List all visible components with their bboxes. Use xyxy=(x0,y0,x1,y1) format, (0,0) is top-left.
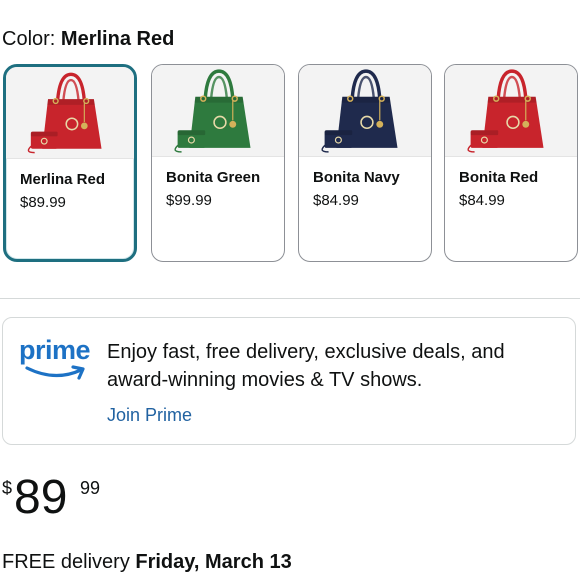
swatch-name: Bonita Red xyxy=(459,169,539,186)
swatch-bonita-green[interactable]: Bonita Green $99.99 xyxy=(151,64,285,262)
swatch-price: $84.99 xyxy=(313,192,359,209)
swatch-price: $99.99 xyxy=(166,192,212,209)
color-label: Color: xyxy=(2,28,56,50)
product-image xyxy=(299,65,431,157)
price-currency-symbol: $ xyxy=(2,478,13,498)
handbag-image xyxy=(321,69,398,153)
join-prime-link[interactable]: Join Prime xyxy=(107,404,192,426)
swatch-bonita-red[interactable]: Bonita Red $84.99 xyxy=(444,64,578,262)
swatch-name: Bonita Navy xyxy=(313,169,400,186)
delivery-date: Friday, March 13 xyxy=(135,551,292,573)
product-image xyxy=(6,67,134,159)
color-swatch-list: Merlina Red $89.99 Bonita Green $99.99 B… xyxy=(0,64,580,270)
swatch-price: $89.99 xyxy=(20,194,66,211)
swatch-name: Merlina Red xyxy=(20,171,106,188)
handbag-image xyxy=(467,69,544,153)
prime-promo-card: prime Enjoy fast, free delivery, exclusi… xyxy=(2,317,576,445)
swatch-bonita-navy[interactable]: Bonita Navy $84.99 xyxy=(298,64,432,262)
handbag-image xyxy=(27,72,102,154)
color-selector-label: Color: Merlina Red xyxy=(2,27,174,51)
delivery-prefix: FREE delivery xyxy=(2,551,130,573)
selected-color-value: Merlina Red xyxy=(60,28,175,50)
delivery-info: FREE delivery Friday, March 13 xyxy=(2,550,292,574)
smile-arrow-icon xyxy=(25,365,85,380)
product-image xyxy=(445,65,577,157)
prime-logo-text: prime xyxy=(19,335,91,365)
price-fraction: 99 xyxy=(80,478,101,498)
product-image xyxy=(152,65,284,157)
swatch-price: $84.99 xyxy=(459,192,505,209)
swatch-name: Bonita Green xyxy=(166,169,261,186)
handbag-image xyxy=(174,69,251,153)
price-whole: 89 xyxy=(14,471,68,524)
section-divider xyxy=(0,298,580,299)
prime-message: Enjoy fast, free delivery, exclusive dea… xyxy=(107,341,505,391)
swatch-merlina-red[interactable]: Merlina Red $89.99 xyxy=(3,64,137,262)
prime-logo: prime xyxy=(19,334,99,404)
